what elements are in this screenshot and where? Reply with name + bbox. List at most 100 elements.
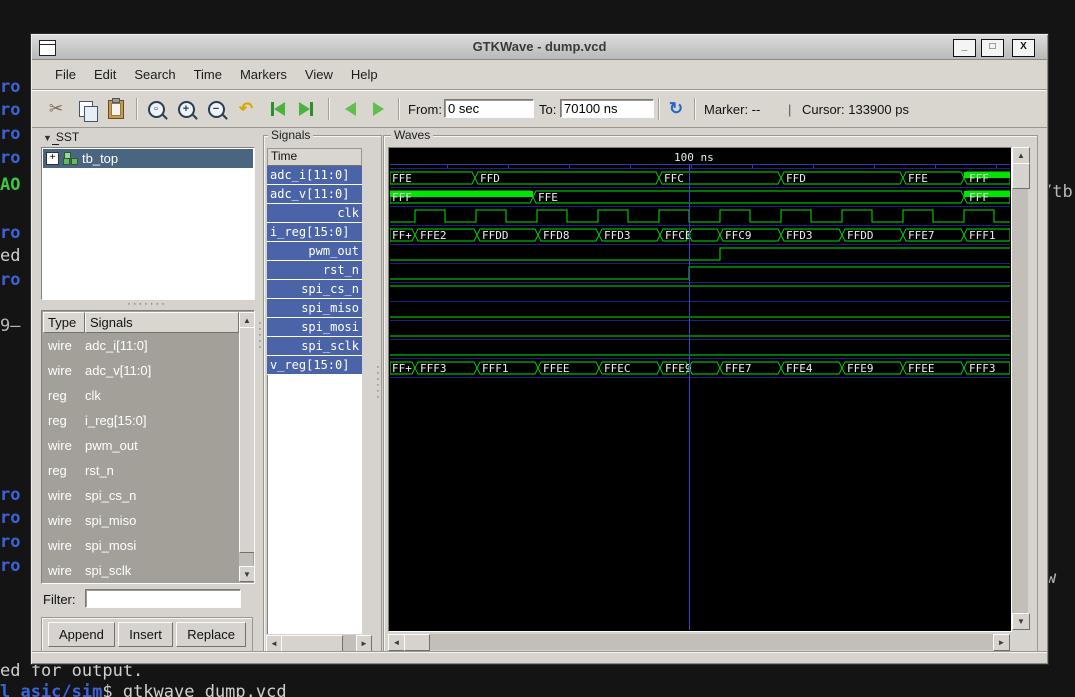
signal-name: adc_i[11:0]: [85, 338, 148, 353]
svg-text:FFD3: FFD3: [786, 229, 813, 242]
svg-text:FFE4: FFE4: [786, 362, 813, 375]
reload-icon[interactable]: ↻: [664, 97, 688, 121]
signals-frame-label: Signals: [268, 128, 314, 142]
zoom-undo-icon[interactable]: ↶: [234, 97, 258, 121]
table-row[interactable]: wire spi_sclk: [43, 558, 239, 582]
copy-icon[interactable]: [74, 97, 98, 122]
signal-name-row[interactable]: rst_n: [267, 261, 362, 280]
close-button[interactable]: X: [1012, 39, 1035, 57]
table-row[interactable]: wire spi_mosi: [43, 533, 239, 558]
svg-text:FFE: FFE: [538, 191, 558, 204]
zoom-fit-icon[interactable]: ▫: [144, 97, 168, 121]
shift-left-icon[interactable]: [338, 97, 362, 121]
time-column-header[interactable]: Time: [267, 148, 362, 166]
table-row[interactable]: wire adc_v[11:0]: [43, 358, 239, 383]
pane-splitter-handle[interactable]: · · · · · ·: [374, 362, 382, 403]
terminal-text: 9–: [0, 316, 21, 336]
signal-name: spi_cs_n: [85, 488, 137, 503]
signal-name-row[interactable]: i_reg[15:0]: [267, 223, 362, 242]
scroll-right-icon[interactable]: ►: [993, 634, 1010, 651]
svg-text:FFE7: FFE7: [908, 229, 935, 242]
signal-name-row[interactable]: pwm_out: [267, 242, 362, 261]
menu-item[interactable]: Time: [185, 63, 231, 86]
svg-text:FFD3: FFD3: [604, 229, 631, 242]
to-input[interactable]: [560, 99, 654, 118]
list-scrollbar[interactable]: ▲ ▼: [239, 312, 254, 582]
screen: ro ro ro ro AO ro ed ro 9– ro ro ro ro /…: [0, 0, 1075, 697]
tree-row-tb-top[interactable]: + tb_top: [43, 149, 253, 168]
scrollbar-thumb[interactable]: [239, 327, 254, 553]
signal-name: pwm_out: [85, 438, 138, 453]
signals-hscrollbar[interactable]: ◄ ►: [266, 635, 372, 652]
minimize-button[interactable]: _: [953, 39, 976, 57]
sst-header[interactable]: ▼ SST: [43, 130, 79, 144]
fetch-start-icon[interactable]: [266, 97, 290, 121]
table-row[interactable]: wire spi_cs_n: [43, 483, 239, 508]
svg-text:FFE9: FFE9: [847, 362, 874, 375]
scroll-left-icon[interactable]: ◄: [388, 634, 405, 651]
svg-text:FFD: FFD: [786, 172, 806, 185]
toolbar-separator: [658, 98, 659, 120]
terminal-text: ro: [0, 485, 21, 505]
marker-cursor-divider: |: [788, 102, 792, 117]
scrollbar-thumb[interactable]: [1012, 163, 1030, 189]
menu-item[interactable]: Search: [125, 63, 184, 86]
signal-name-row[interactable]: clk: [267, 204, 362, 223]
column-header-signals[interactable]: Signals: [85, 312, 239, 333]
scroll-up-icon[interactable]: ▲: [239, 312, 254, 328]
scroll-left-icon[interactable]: ◄: [266, 635, 282, 652]
from-label: From:: [408, 102, 442, 117]
menu-item[interactable]: Help: [342, 63, 387, 86]
waves-hscrollbar[interactable]: ◄ ►: [388, 634, 1010, 651]
replace-button[interactable]: Replace: [176, 622, 246, 647]
zoom-in-icon[interactable]: +: [174, 97, 198, 121]
signal-name-row[interactable]: spi_miso: [267, 299, 362, 318]
scroll-right-icon[interactable]: ►: [356, 635, 372, 652]
to-label: To:: [539, 102, 557, 117]
menu-item[interactable]: File: [46, 63, 85, 86]
scroll-up-icon[interactable]: ▲: [1012, 147, 1030, 164]
signal-name-row[interactable]: adc_i[11:0]: [267, 166, 362, 185]
insert-button[interactable]: Insert: [118, 622, 173, 647]
table-row[interactable]: wire spi_miso: [43, 508, 239, 533]
terminal-prompt: l asic/sim$ gtkwave dump.vcd: [0, 682, 287, 697]
menu-item[interactable]: Edit: [85, 63, 125, 86]
wave-canvas[interactable]: 100 ns FFE FFD FFC FFD FFE FFF FFF FFE FFF FF+ FFE2…: [390, 149, 1010, 630]
signal-type-list[interactable]: Type Signals wire adc_i[11:0] wire adc_v…: [41, 310, 255, 584]
scrollbar-thumb[interactable]: [281, 635, 343, 652]
scroll-down-icon[interactable]: ▼: [1012, 613, 1030, 630]
menu-item[interactable]: Markers: [231, 63, 296, 86]
sst-tree[interactable]: + tb_top: [41, 147, 255, 300]
signal-name-row[interactable]: spi_mosi: [267, 318, 362, 337]
maximize-button[interactable]: □: [981, 39, 1004, 57]
table-row[interactable]: reg rst_n: [43, 458, 239, 483]
menu-item[interactable]: View: [296, 63, 342, 86]
svg-text:FFF: FFF: [969, 172, 989, 185]
expander-plus-icon[interactable]: +: [46, 152, 59, 165]
fetch-end-icon[interactable]: [294, 97, 318, 121]
table-row[interactable]: wire pwm_out: [43, 433, 239, 458]
signal-name-row[interactable]: spi_sclk: [267, 337, 362, 356]
zoom-out-icon[interactable]: −: [204, 97, 228, 121]
filter-input[interactable]: [85, 589, 241, 608]
table-row[interactable]: reg clk: [43, 383, 239, 408]
append-button[interactable]: Append: [48, 622, 115, 647]
signal-name-row[interactable]: v_reg[15:0]: [267, 356, 362, 375]
terminal-text: ed: [0, 246, 21, 266]
paste-icon[interactable]: [104, 97, 128, 121]
shift-right-icon[interactable]: [366, 97, 390, 121]
title-bar[interactable]: GTKWave - dump.vcd _ □ X: [32, 35, 1047, 60]
pane-splitter-handle[interactable]: ·······: [41, 299, 253, 310]
scroll-down-icon[interactable]: ▼: [239, 566, 254, 582]
cut-icon[interactable]: ✂: [44, 97, 68, 121]
table-row[interactable]: wire adc_i[11:0]: [43, 333, 239, 358]
table-row[interactable]: reg i_reg[15:0]: [43, 408, 239, 433]
column-header-type[interactable]: Type: [43, 312, 85, 333]
signal-name-row[interactable]: adc_v[11:0]: [267, 185, 362, 204]
from-input[interactable]: [444, 99, 534, 118]
waves-vscrollbar[interactable]: ▲ ▼: [1012, 147, 1030, 630]
svg-text:FFC: FFC: [664, 172, 684, 185]
svg-text:FFEE: FFEE: [543, 362, 570, 375]
scrollbar-thumb[interactable]: [404, 634, 430, 651]
signal-name-row[interactable]: spi_cs_n: [267, 280, 362, 299]
